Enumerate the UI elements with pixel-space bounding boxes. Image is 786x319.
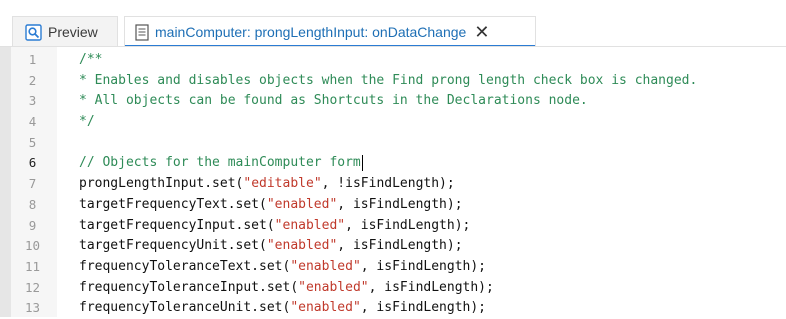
code-comment: /**	[79, 52, 103, 67]
code-text: targetFrequencyInput.set("enabled", isFi…	[79, 216, 470, 237]
tab-bar: Preview mainComputer: prongLengthInput: …	[0, 0, 786, 47]
line-number: 3	[28, 93, 37, 109]
code-comment: * All objects can be found as Shortcuts …	[79, 93, 588, 109]
code-text: frequencyToleranceText.set("enabled", is…	[79, 257, 486, 278]
tab-preview-label: Preview	[48, 24, 98, 40]
code-token: targetFrequencyInput.set(	[79, 217, 275, 233]
string-literal: "editable"	[243, 176, 322, 192]
script-document-icon	[135, 23, 149, 41]
line-number: 9	[28, 217, 37, 233]
tab-script-label: mainComputer: prongLengthInput: onDataCh…	[155, 24, 467, 40]
code-line[interactable]: 9 targetFrequencyInput.set("enabled", isF…	[0, 216, 786, 237]
code-line[interactable]: 6 // Objects for the mainComputer form	[0, 153, 786, 174]
line-number: 4	[28, 114, 37, 130]
code-line[interactable]: 3 * All objects can be found as Shortcuts…	[0, 91, 786, 112]
code-comment: */	[79, 114, 95, 130]
line-number: 13	[24, 300, 41, 316]
line-number: 5	[28, 134, 37, 150]
code-token: , isFindLength);	[360, 300, 487, 316]
code-token: frequencyToleranceText.set(	[79, 258, 291, 274]
code-editor[interactable]: 1 /** 2 * Enables and disables objects when…	[0, 47, 786, 317]
code-token: prongLengthInput.set(	[79, 176, 244, 192]
code-token: targetFrequencyUnit.set(	[79, 238, 267, 254]
line-number: 11	[24, 258, 41, 274]
line-number: 12	[24, 279, 41, 295]
code-token: , isFindLength);	[345, 217, 471, 233]
string-literal: "enabled"	[290, 258, 361, 274]
code-text: frequencyToleranceUnit.set("enabled", is…	[79, 298, 486, 319]
code-token: targetFrequencyText.set(	[79, 196, 267, 212]
code-line[interactable]: 7 prongLengthInput.set("editable", !isFin…	[0, 174, 786, 195]
line-number: 7	[28, 176, 37, 192]
code-token: , isFindLength);	[337, 238, 463, 254]
string-literal: "enabled"	[298, 279, 369, 295]
string-literal: "enabled"	[274, 217, 346, 233]
line-number: 6	[28, 155, 37, 171]
code-lines: 1 /** 2 * Enables and disables objects when…	[0, 50, 786, 319]
code-text: targetFrequencyText.set("enabled", isFin…	[79, 195, 463, 216]
code-token: , !isFindLength);	[321, 176, 455, 192]
code-line[interactable]: 5	[0, 133, 786, 154]
code-text: prongLengthInput.set("editable", !isFind…	[79, 174, 455, 195]
string-literal: "enabled"	[266, 238, 338, 254]
code-line[interactable]: 8 targetFrequencyText.set("enabled", isFi…	[0, 195, 786, 216]
code-line[interactable]: 4 */	[0, 112, 786, 133]
close-icon[interactable]: ✕	[474, 23, 489, 41]
preview-search-icon	[25, 23, 42, 41]
code-text: /**	[79, 50, 102, 71]
text-cursor	[361, 154, 363, 171]
code-text: targetFrequencyUnit.set("enabled", isFin…	[79, 236, 463, 257]
tab-preview[interactable]: Preview	[12, 16, 118, 47]
code-text: frequencyToleranceInput.set("enabled", i…	[79, 278, 494, 299]
code-token: , isFindLength);	[337, 196, 463, 212]
code-token: , isFindLength);	[360, 258, 487, 274]
code-line[interactable]: 1 /**	[0, 50, 786, 71]
line-number: 1	[28, 52, 37, 67]
line-number: 8	[28, 196, 37, 212]
code-text: * All objects can be found as Shortcuts …	[79, 91, 588, 112]
code-line[interactable]: 13 frequencyToleranceUnit.set("enabled", …	[0, 298, 786, 319]
tab-script-ondatachange[interactable]: mainComputer: prongLengthInput: onDataCh…	[124, 16, 536, 47]
code-text: // Objects for the mainComputer form	[79, 153, 363, 174]
code-line[interactable]: 11 frequencyToleranceText.set("enabled", …	[0, 257, 786, 278]
code-text: */	[79, 112, 95, 133]
code-comment: * Enables and disables objects when the …	[79, 72, 698, 88]
code-token: frequencyToleranceUnit.set(	[79, 300, 291, 316]
code-line[interactable]: 12 frequencyToleranceInput.set("enabled",…	[0, 278, 786, 299]
script-editor-window: Preview mainComputer: prongLengthInput: …	[0, 0, 786, 317]
code-token: frequencyToleranceInput.set(	[79, 279, 299, 295]
line-number: 10	[24, 238, 41, 254]
code-line[interactable]: 10 targetFrequencyUnit.set("enabled", isF…	[0, 236, 786, 257]
code-token: , isFindLength);	[368, 279, 494, 295]
string-literal: "enabled"	[290, 300, 361, 316]
code-text: * Enables and disables objects when the …	[79, 71, 697, 92]
code-line[interactable]: 2 * Enables and disables objects when the…	[0, 71, 786, 92]
code-comment: // Objects for the mainComputer form	[79, 155, 361, 171]
line-number: 2	[28, 72, 37, 88]
string-literal: "enabled"	[266, 196, 338, 212]
